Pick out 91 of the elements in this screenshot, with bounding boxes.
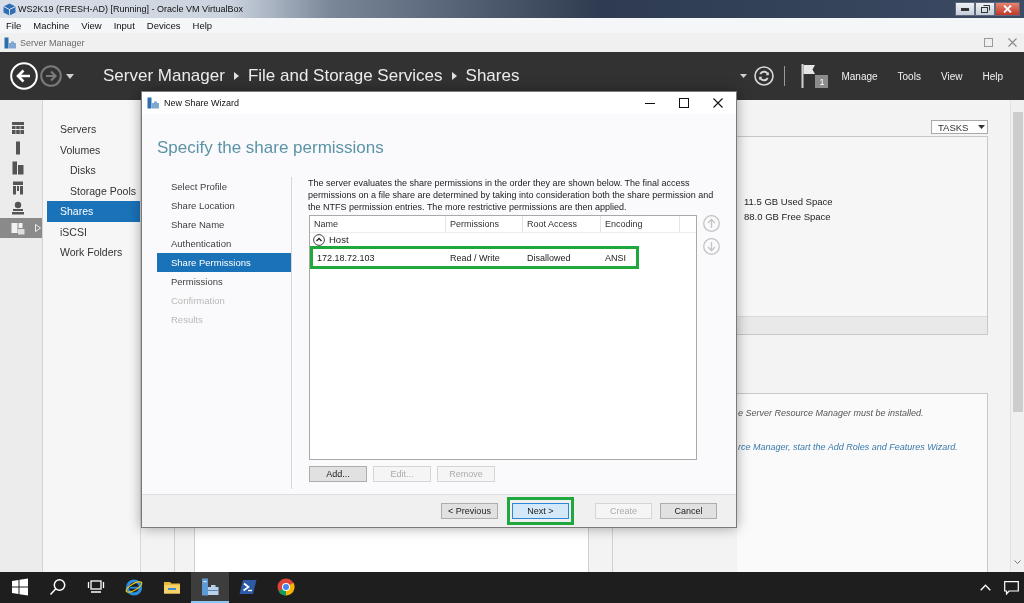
tasks-dropdown[interactable]: TASKS xyxy=(931,120,988,134)
building-icon xyxy=(11,181,25,195)
history-caret-icon[interactable] xyxy=(66,73,74,79)
volume-stat: 11.5 GB Used Space xyxy=(744,195,833,209)
wizard-step[interactable]: Permissions xyxy=(157,272,291,291)
breadcrumb-link[interactable]: File and Storage Services xyxy=(247,66,443,86)
breadcrumb-link[interactable]: Server Manager xyxy=(103,66,225,86)
search-icon xyxy=(49,577,67,596)
breadcrumb-separator-icon xyxy=(451,72,457,80)
cube-icon xyxy=(3,2,16,16)
maximize-icon xyxy=(983,38,993,47)
wizard-step[interactable]: Share Permissions xyxy=(157,253,291,272)
wizard-step[interactable]: Authentication xyxy=(157,234,291,253)
role-icon-tab[interactable] xyxy=(0,218,42,238)
column-header[interactable]: Root Access xyxy=(523,216,601,232)
toolbox-icon xyxy=(147,97,159,109)
folders-icon xyxy=(11,221,25,235)
message-icon xyxy=(1003,580,1019,595)
group-label: Host xyxy=(329,234,349,245)
collapse-icon[interactable] xyxy=(313,233,325,246)
column-header[interactable]: Name xyxy=(310,216,446,232)
column-header[interactable]: Encoding xyxy=(601,216,680,232)
minimize-icon xyxy=(961,7,969,11)
close-icon xyxy=(1003,5,1012,13)
task-view-icon xyxy=(87,577,105,596)
nav-item[interactable]: Storage Pools xyxy=(47,180,140,201)
chevron-up-icon xyxy=(979,584,991,591)
minimize-icon xyxy=(645,102,655,104)
flag-icon[interactable] xyxy=(801,64,816,88)
nav-item[interactable]: Work Folders xyxy=(47,242,140,263)
wizard-nav-button[interactable]: Cancel xyxy=(660,503,717,519)
notice-text: e Server Resource Manager must be installed. xyxy=(738,408,924,418)
wizard-nav-button[interactable]: Next > xyxy=(512,503,569,519)
table-cell-text: Read / Write xyxy=(449,252,501,263)
vertical-scrollbar[interactable] xyxy=(1010,100,1024,572)
nav-item[interactable]: iSCSI xyxy=(47,221,140,242)
nav-item[interactable]: Volumes xyxy=(47,139,140,160)
wizard-link[interactable]: rce Manager, start the Add Roles and Features Wizard. xyxy=(738,442,958,452)
menu-item[interactable]: View xyxy=(75,20,108,31)
menu-item[interactable]: File xyxy=(0,20,28,31)
header-menu-item[interactable]: Manage xyxy=(831,66,888,86)
nav-item[interactable]: Servers xyxy=(47,119,140,140)
back-button[interactable] xyxy=(10,62,38,90)
browser-icon xyxy=(125,577,143,596)
column-header[interactable]: Permissions xyxy=(446,216,523,232)
table-cell-text: Disallowed xyxy=(526,252,572,263)
towers-icon xyxy=(11,161,25,175)
server-icon xyxy=(201,577,219,596)
wizard-step[interactable]: Select Profile xyxy=(157,177,291,196)
close-icon xyxy=(1007,38,1017,47)
menu-item[interactable]: Input xyxy=(107,20,141,31)
header-menu-item[interactable]: Tools xyxy=(887,66,931,86)
dialog-title: New Share Wizard xyxy=(164,98,240,108)
caret-icon xyxy=(978,125,986,129)
page-heading: Specify the share permissions xyxy=(157,137,384,159)
start-icon xyxy=(11,577,29,596)
restore-icon xyxy=(980,5,990,13)
window-title: Server Manager xyxy=(20,37,85,48)
terminal-icon xyxy=(239,577,257,596)
scroll-down-icon[interactable] xyxy=(1014,560,1021,564)
taskbar-button[interactable] xyxy=(191,572,229,603)
notification-badge: 1 xyxy=(815,75,829,88)
toolbox-icon xyxy=(4,36,16,49)
wizard-step[interactable]: Share Location xyxy=(157,196,291,215)
description-text: The server evaluates the share permissions in the order they are shown below. The final access permissions on a file share are determined by taking into consideration both the share permission and the NTFS permission entries. The more restrictive permissions are then applied. xyxy=(308,177,715,213)
scrollbar-thumb[interactable] xyxy=(1012,112,1023,412)
ring-logo-icon xyxy=(277,577,295,596)
nav-item[interactable]: Shares xyxy=(47,201,140,222)
nav-item[interactable]: Disks xyxy=(47,160,140,181)
menu-item[interactable]: Devices xyxy=(140,20,187,31)
restore-button[interactable] xyxy=(975,2,995,16)
table-cell-text: 172.18.72.103 xyxy=(316,252,376,263)
menu-item[interactable]: Help xyxy=(186,20,219,31)
grid-icon xyxy=(11,121,25,135)
header-menu-item[interactable]: Help xyxy=(972,66,1013,86)
breadcrumb-link[interactable]: Shares xyxy=(465,66,520,86)
wizard-step[interactable]: Share Name xyxy=(157,215,291,234)
network-node-icon xyxy=(11,201,25,215)
breadcrumb-separator-icon xyxy=(233,72,239,80)
window-title: WS2K19 (FRESH-AD) [Running] - Oracle VM VirtualBox xyxy=(18,4,243,14)
refresh-icon[interactable] xyxy=(754,66,775,86)
minimize-button[interactable] xyxy=(955,2,975,16)
wizard-nav-button[interactable]: < Previous xyxy=(441,503,498,519)
menu-item[interactable]: Machine xyxy=(27,20,76,31)
header-menu-item[interactable]: View xyxy=(930,66,973,86)
close-icon xyxy=(713,98,723,108)
table-cell-text: ANSI xyxy=(604,252,627,263)
volume-stat: 88.0 GB Free Space xyxy=(744,210,831,224)
list-action-button[interactable]: Add... xyxy=(309,466,367,482)
maximize-icon xyxy=(679,98,689,108)
dropdown-caret-icon[interactable] xyxy=(740,74,748,78)
